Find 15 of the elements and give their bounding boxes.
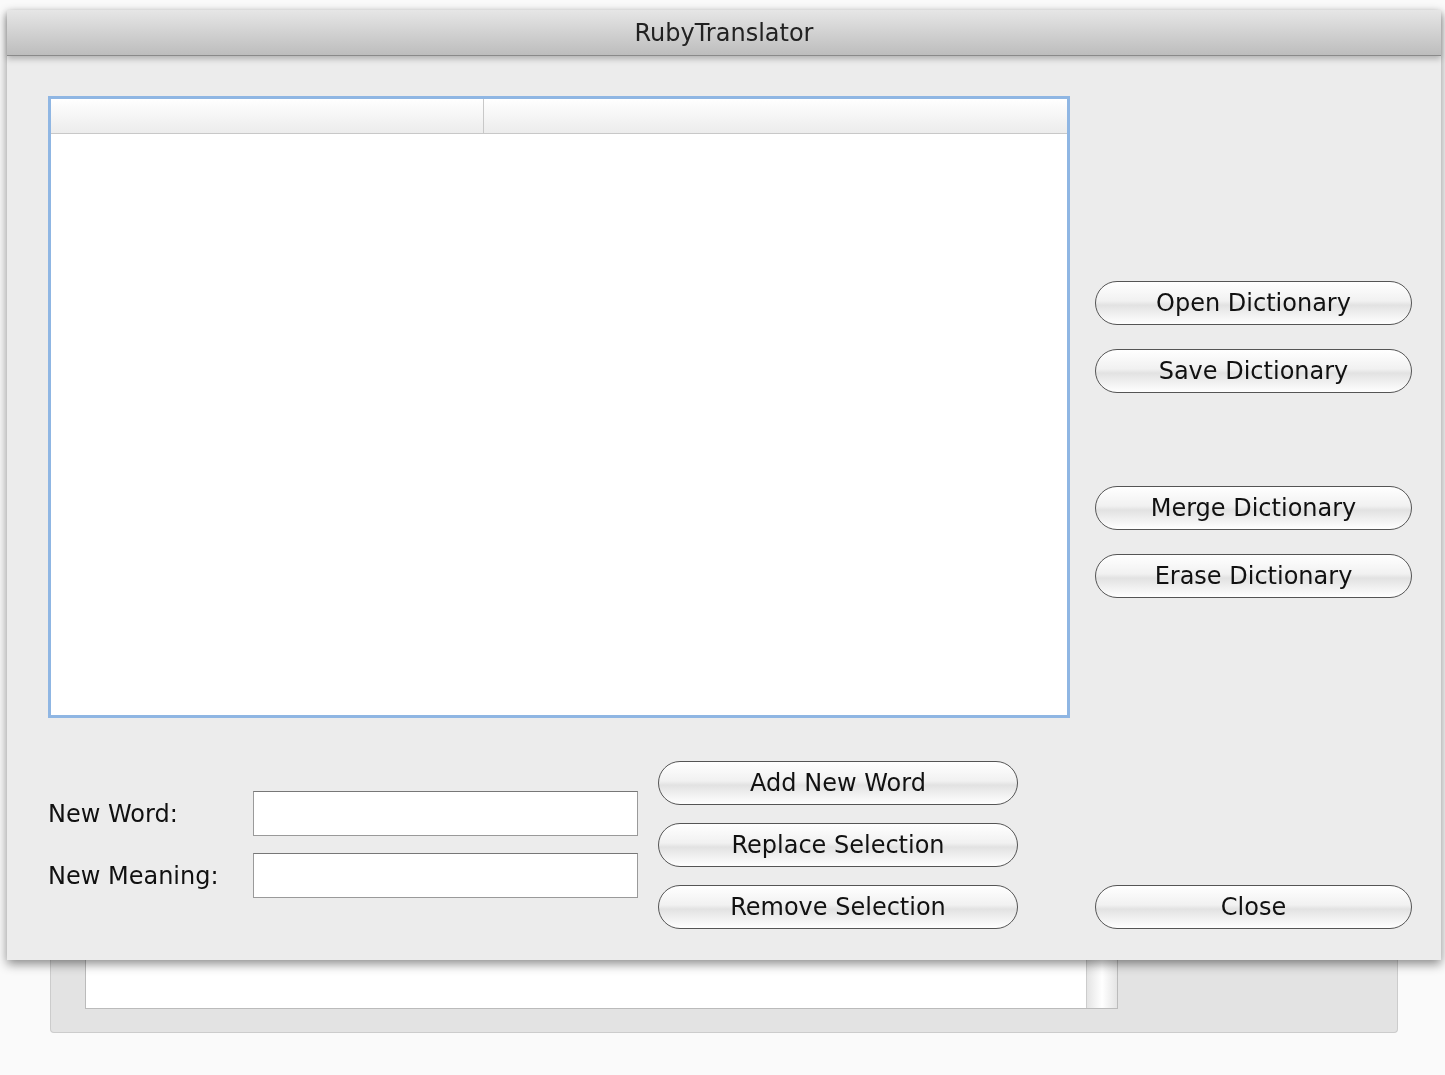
close-button[interactable]: Close xyxy=(1095,885,1412,929)
scrollbar[interactable] xyxy=(1086,960,1117,1008)
dictionary-button[interactable]: Merge Dictionary xyxy=(1095,486,1412,530)
word-button[interactable]: Add New Word xyxy=(658,761,1018,805)
field-label: New Meaning: xyxy=(48,861,220,890)
dictionary-button[interactable]: Open Dictionary xyxy=(1095,281,1412,325)
input-field[interactable] xyxy=(253,791,638,836)
text-area[interactable] xyxy=(85,960,1118,1009)
input-field[interactable] xyxy=(253,853,638,898)
dictionary-button[interactable]: Erase Dictionary xyxy=(1095,554,1412,598)
window-title: RubyTranslator xyxy=(634,18,814,47)
dictionary-button[interactable]: Save Dictionary xyxy=(1095,349,1412,393)
word-button[interactable]: Remove Selection xyxy=(658,885,1018,929)
field-label: New Word: xyxy=(48,799,179,828)
word-button[interactable]: Replace Selection xyxy=(658,823,1018,867)
